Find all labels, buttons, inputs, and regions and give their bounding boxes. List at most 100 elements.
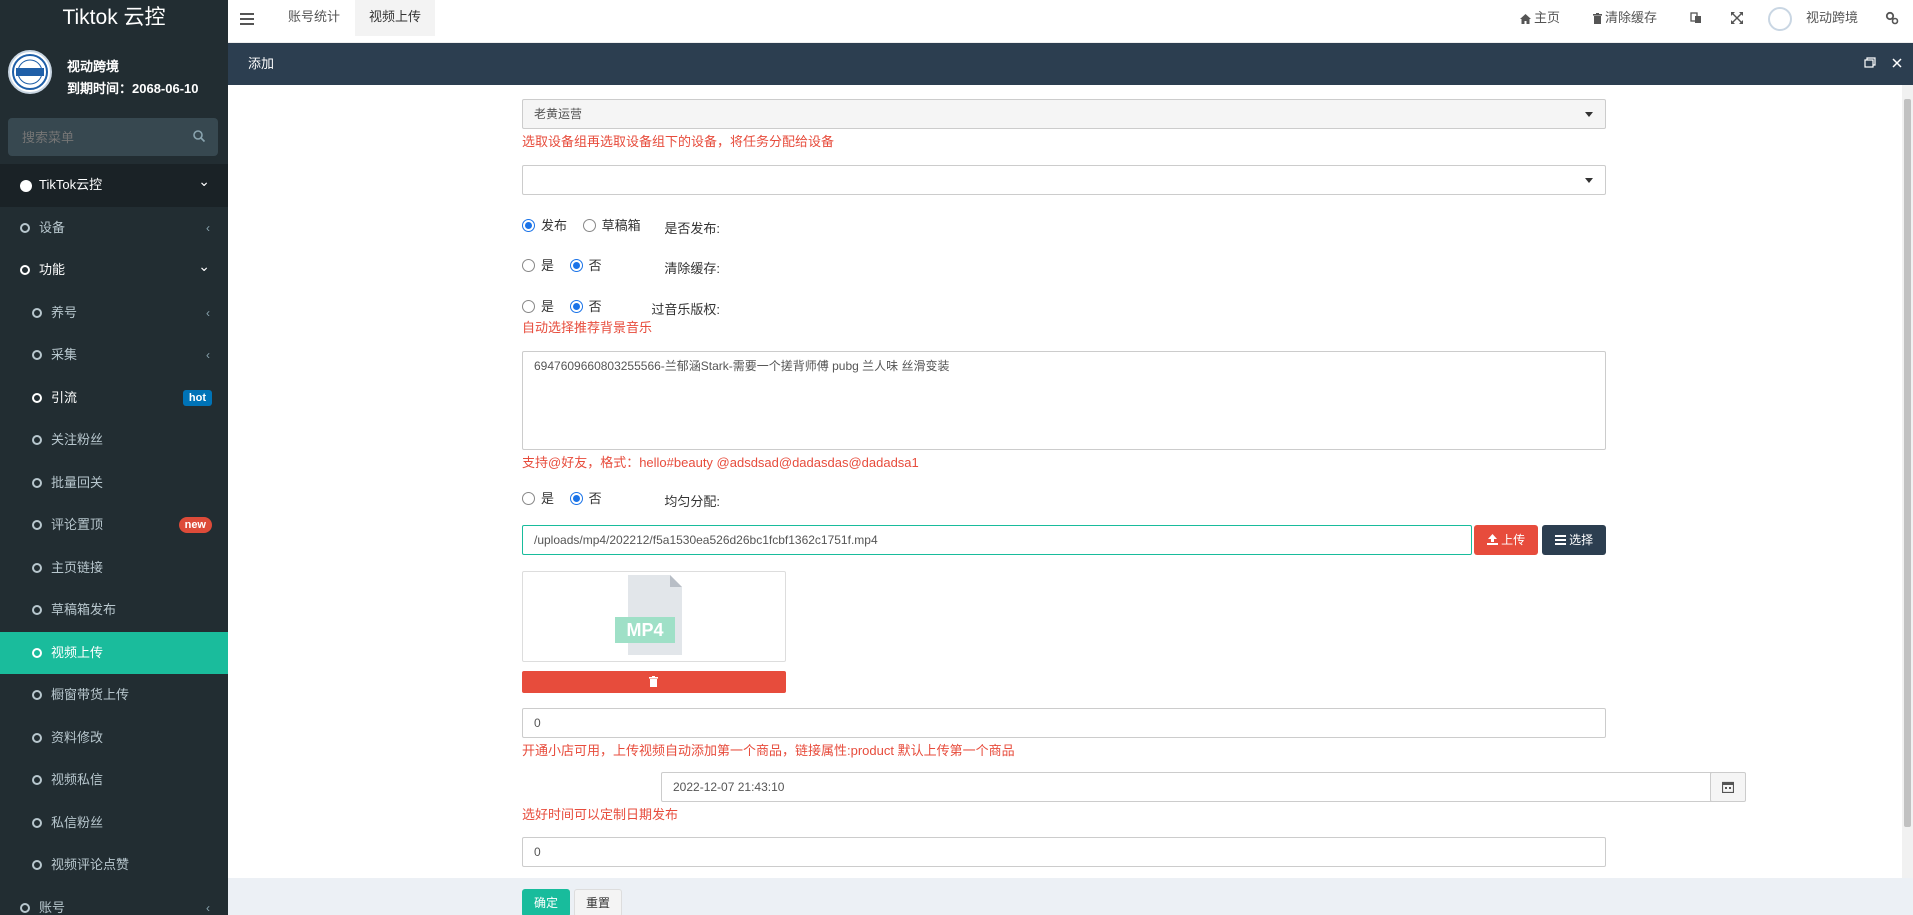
account-avatar[interactable] (1768, 7, 1792, 31)
sidebar-item[interactable]: 批量回关 (0, 462, 228, 505)
sidebar-item[interactable]: 采集 ‹ (0, 334, 228, 377)
yes-label: 是 (541, 491, 555, 506)
sidebar-item-label: 采集 (51, 347, 78, 362)
user-expiry: 到期时间：2068-06-10 (67, 81, 199, 96)
yes-option[interactable]: 是 (522, 491, 554, 507)
restore-window-icon[interactable] (1864, 57, 1876, 69)
language-icon[interactable] (1690, 12, 1702, 24)
sidebar-item[interactable]: 账号 ‹ (0, 887, 228, 915)
sidebar-item-label: 橱窗带货上传 (51, 687, 130, 702)
scrollbar[interactable] (1902, 85, 1913, 878)
radio-checked[interactable] (569, 492, 583, 505)
file-preview[interactable]: MP4 (522, 571, 786, 662)
device-group-value: 老黄运营 (534, 107, 583, 121)
reset-button[interactable]: 重置 (574, 889, 622, 915)
radio-checked[interactable] (569, 300, 583, 313)
clear-cache-link[interactable]: 清除缓存 (1593, 0, 1657, 36)
yes-option[interactable]: 是 (522, 258, 554, 274)
delete-file-button[interactable] (522, 671, 786, 693)
sidebar-item-label: 设备 (39, 219, 66, 235)
scrollbar-thumb[interactable] (1904, 99, 1911, 827)
sidebar-item-label: 草稿箱发布 (51, 602, 117, 617)
chevron-down-icon: ⌄ (198, 173, 210, 189)
sidebar-item-label: 私信粉丝 (51, 814, 104, 830)
circle-icon (32, 350, 42, 360)
home-link[interactable]: 主页 (1520, 0, 1560, 36)
sidebar-item[interactable]: 关注粉丝 (0, 419, 228, 462)
sidebar-item-label: 资料修改 (51, 729, 104, 745)
sidebar-item-label: TikTok云控 (39, 177, 103, 192)
no-option[interactable]: 否 (569, 299, 602, 315)
chevron-down-icon (1585, 178, 1593, 183)
radio-unchecked[interactable] (522, 300, 535, 313)
draft-option[interactable]: 草稿箱 (582, 218, 641, 234)
video-url-input[interactable]: /uploads/mp4/202212/f5a1530ea526d26bc1fc… (522, 525, 1472, 555)
publish-option[interactable]: 发布 (522, 218, 567, 234)
tab-video-upload[interactable]: 视频上传 (355, 0, 436, 36)
radio-unchecked[interactable] (582, 219, 596, 232)
account-name[interactable]: 视动跨境 (1806, 0, 1858, 36)
circle-icon (20, 902, 30, 913)
yes-option[interactable]: 是 (522, 299, 554, 315)
upload-button[interactable]: 上传 (1474, 525, 1538, 555)
chevron-left-icon: ‹ (206, 900, 210, 915)
search-icon[interactable] (192, 129, 206, 143)
menu-search-input[interactable] (8, 118, 178, 156)
list-icon (1554, 535, 1566, 545)
sidebar-item[interactable]: 引流 hot (0, 377, 228, 420)
add-form: 设备组id: 老黄运营 选取设备组再选取设备组下的设备，将任务分配给设备 设备I… (228, 85, 1902, 878)
device-id-select[interactable] (522, 165, 1606, 195)
tab-account-stats[interactable]: 账号统计 (274, 0, 354, 36)
sidebar-item[interactable]: 主页链接 (0, 547, 228, 590)
sidebar-item[interactable]: 草稿箱发布 (0, 589, 228, 632)
hot-badge: hot (182, 389, 212, 406)
panel-title: 添加 (248, 56, 275, 71)
sidebar-item[interactable]: 视频上传 (0, 631, 228, 674)
menu-toggle-icon[interactable] (240, 13, 254, 25)
sidebar-item[interactable]: 视频私信 (0, 759, 228, 802)
sidebar-item[interactable]: 养号 ‹ (0, 292, 228, 335)
mp4-file-icon: MP4 (615, 575, 682, 655)
sidebar-item[interactable]: 私信粉丝 (0, 802, 228, 845)
circle-icon (32, 477, 42, 488)
chevron-down-icon: ⌄ (198, 258, 210, 274)
user-name: 视动跨境 (67, 59, 120, 74)
circle-icon (32, 605, 42, 615)
gear-icon[interactable] (1885, 11, 1899, 25)
sidebar-item[interactable]: 橱窗带货上传 (0, 674, 228, 717)
sidebar-item[interactable]: 视频评论点赞 (0, 844, 228, 887)
music-copyright-help: 自动选择推荐背景音乐 (522, 320, 653, 335)
circle-icon (32, 562, 42, 573)
no-option[interactable]: 否 (569, 491, 602, 507)
sidebar-item[interactable]: 资料修改 (0, 717, 228, 760)
sidebar-item[interactable]: 设备 ‹ (0, 207, 228, 250)
radio-checked[interactable] (569, 259, 583, 272)
trash-icon (649, 676, 658, 687)
circle-icon (32, 307, 42, 318)
choose-button[interactable]: 选择 (1542, 525, 1606, 555)
sidebar-item[interactable]: TikTok云控 ⌄ (0, 164, 228, 207)
publish-option-label: 发布 (541, 218, 568, 233)
sidebar-menu: TikTok云控 ⌄ 设备 ‹ 功能 ⌄ 养号 ‹ 采集 ‹ 引流 hot 关注粉丝 批量回关 评论置顶 ne… (0, 164, 228, 915)
sidebar-item[interactable]: 评论置顶 new (0, 504, 228, 547)
radio-checked[interactable] (522, 219, 535, 232)
sidebar-item-label: 评论置顶 (51, 517, 104, 532)
no-option[interactable]: 否 (569, 258, 602, 274)
circle-icon (32, 817, 42, 828)
device-group-select[interactable]: 老黄运营 (522, 99, 1606, 129)
radio-unchecked[interactable] (522, 259, 535, 272)
close-icon[interactable] (1891, 57, 1903, 69)
video-description-help: 支持@好友，格式：hello#beauty @adsdsad@dadasdas@… (522, 455, 919, 470)
video-description-textarea[interactable] (522, 351, 1606, 450)
upload-button-label: 上传 (1501, 533, 1526, 547)
yes-label: 是 (541, 299, 555, 314)
clear-cache-radio-group: 是 否 (522, 258, 614, 274)
fullscreen-icon[interactable] (1731, 12, 1743, 24)
sidebar-item[interactable]: 功能 ⌄ (0, 249, 228, 292)
chevron-left-icon: ‹ (206, 305, 210, 320)
sidebar-item-label: 视频评论点赞 (51, 857, 130, 872)
confirm-button[interactable]: 确定 (522, 889, 570, 915)
brand-title[interactable]: Tiktok 云控 (0, 0, 228, 36)
radio-unchecked[interactable] (522, 492, 535, 505)
sidebar-item-label: 批量回关 (51, 474, 104, 490)
